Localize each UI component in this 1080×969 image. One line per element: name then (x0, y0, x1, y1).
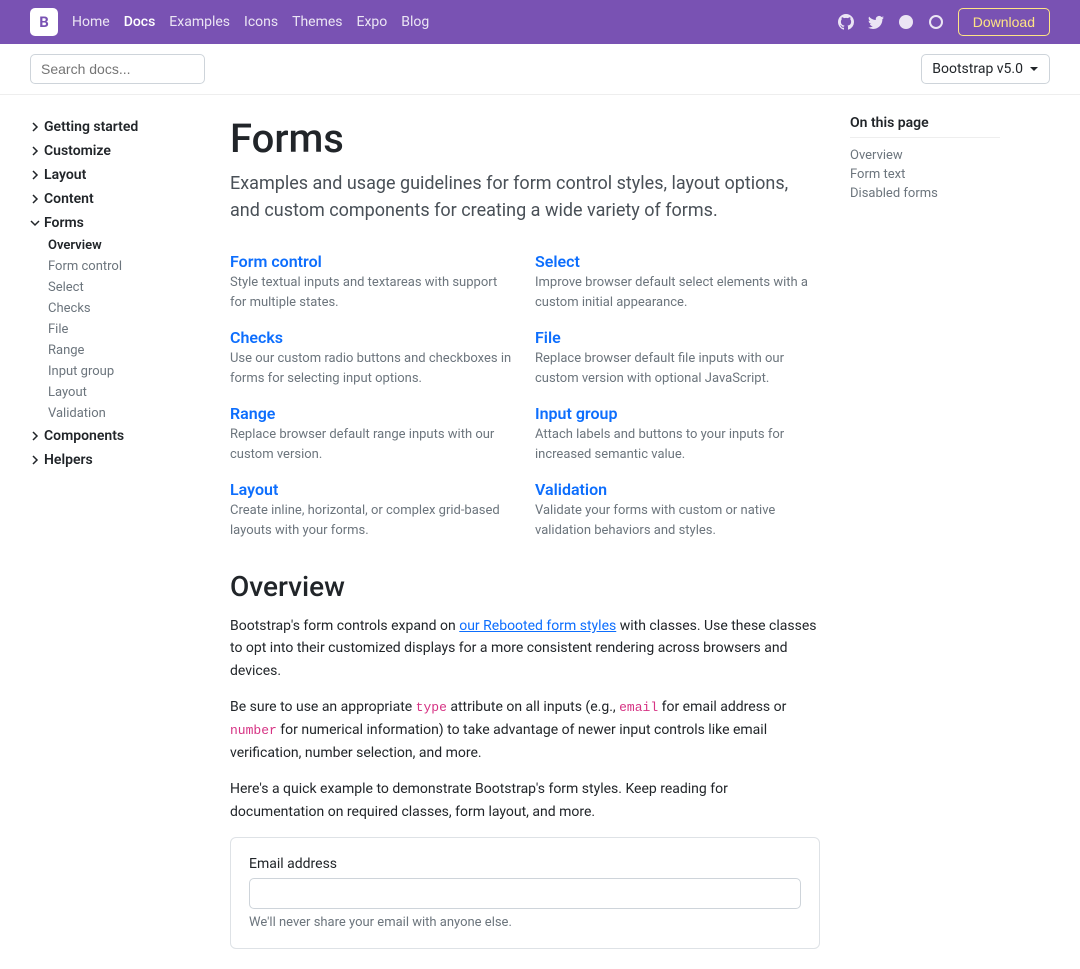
sidebar-forms-sub: Overview Form control Select Checks File… (30, 235, 200, 424)
chevron-right-icon (30, 170, 40, 180)
sidebar-customize[interactable]: Customize (30, 139, 200, 163)
github-icon[interactable] (838, 14, 854, 30)
forms-grid: Form controlStyle textual inputs and tex… (230, 252, 820, 540)
sub-navbar: Bootstrap v5.0 (0, 44, 1080, 95)
toc-disabled-forms[interactable]: Disabled forms (850, 184, 1000, 203)
version-dropdown[interactable]: Bootstrap v5.0 (921, 54, 1050, 84)
docs-sidebar: Getting started Customize Layout Content… (30, 115, 200, 949)
example-box: Email address We'll never share your ema… (230, 837, 820, 949)
grid-input-group[interactable]: Input groupAttach labels and buttons to … (535, 404, 820, 464)
chevron-right-icon (30, 146, 40, 156)
version-label: Bootstrap v5.0 (932, 61, 1023, 77)
twitter-icon[interactable] (868, 14, 884, 30)
sidebar-layout[interactable]: Layout (30, 163, 200, 187)
sub-checks[interactable]: Checks (48, 298, 200, 319)
nav-icons[interactable]: Icons (244, 14, 278, 30)
email-help: We'll never share your email with anyone… (249, 915, 801, 930)
grid-form-control[interactable]: Form controlStyle textual inputs and tex… (230, 252, 515, 312)
brand-logo[interactable]: B (30, 8, 58, 36)
overview-p2: Be sure to use an appropriate type attri… (230, 696, 820, 764)
chevron-right-icon (30, 122, 40, 132)
sidebar-components[interactable]: Components (30, 424, 200, 448)
toc-overview[interactable]: Overview (850, 146, 1000, 165)
chevron-down-icon (30, 218, 40, 228)
page-lead: Examples and usage guidelines for form c… (230, 170, 820, 224)
sub-validation[interactable]: Validation (48, 403, 200, 424)
grid-checks[interactable]: ChecksUse our custom radio buttons and c… (230, 328, 515, 388)
grid-file[interactable]: FileReplace browser default file inputs … (535, 328, 820, 388)
sub-file[interactable]: File (48, 319, 200, 340)
chevron-right-icon (30, 455, 40, 465)
chevron-right-icon (30, 431, 40, 441)
nav-themes[interactable]: Themes (292, 14, 342, 30)
sub-form-control[interactable]: Form control (48, 256, 200, 277)
sidebar-helpers[interactable]: Helpers (30, 448, 200, 472)
toc-title: On this page (850, 115, 1000, 138)
rebooted-link[interactable]: our Rebooted form styles (459, 618, 616, 634)
toc-form-text[interactable]: Form text (850, 165, 1000, 184)
search-input[interactable] (30, 54, 205, 84)
download-button[interactable]: Download (958, 8, 1050, 36)
nav-docs[interactable]: Docs (124, 14, 156, 30)
email-input[interactable] (249, 878, 801, 909)
sub-overview[interactable]: Overview (48, 235, 200, 256)
nav-expo[interactable]: Expo (357, 14, 388, 30)
overview-heading: Overview (230, 570, 820, 603)
table-of-contents: On this page Overview Form text Disabled… (850, 115, 1000, 949)
nav-examples[interactable]: Examples (169, 14, 230, 30)
page-title: Forms (230, 115, 820, 162)
email-label: Email address (249, 856, 801, 872)
nav-blog[interactable]: Blog (401, 14, 429, 30)
sub-range[interactable]: Range (48, 340, 200, 361)
sub-layout[interactable]: Layout (48, 382, 200, 403)
grid-select[interactable]: SelectImprove browser default select ele… (535, 252, 820, 312)
grid-validation[interactable]: ValidationValidate your forms with custo… (535, 480, 820, 540)
chevron-right-icon (30, 194, 40, 204)
sidebar-getting-started[interactable]: Getting started (30, 115, 200, 139)
top-navbar: B Home Docs Examples Icons Themes Expo B… (0, 0, 1080, 44)
overview-p1: Bootstrap's form controls expand on our … (230, 615, 820, 682)
sub-input-group[interactable]: Input group (48, 361, 200, 382)
opencollective-icon[interactable] (928, 14, 944, 30)
grid-range[interactable]: RangeReplace browser default range input… (230, 404, 515, 464)
slack-icon[interactable] (898, 14, 914, 30)
sidebar-content[interactable]: Content (30, 187, 200, 211)
main-content: Forms Examples and usage guidelines for … (230, 115, 820, 949)
sidebar-forms[interactable]: Forms (30, 211, 200, 235)
chevron-down-icon (1029, 64, 1039, 74)
nav-home[interactable]: Home (72, 14, 110, 30)
sub-select[interactable]: Select (48, 277, 200, 298)
grid-layout[interactable]: LayoutCreate inline, horizontal, or comp… (230, 480, 515, 540)
